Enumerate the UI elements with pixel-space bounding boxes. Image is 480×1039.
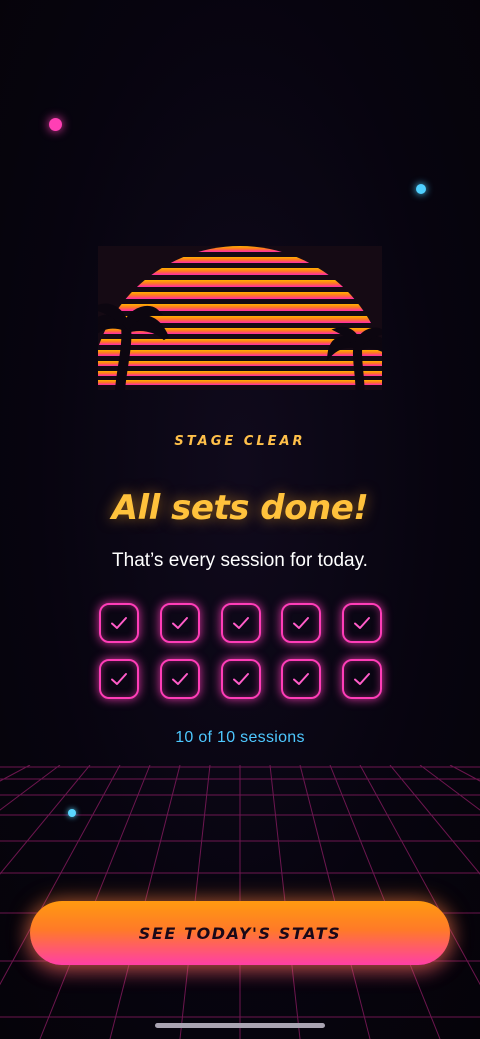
checkmark-icon — [171, 673, 188, 685]
checkmark-icon — [171, 617, 188, 629]
session-checkbox — [281, 659, 322, 699]
checkmark-icon — [111, 673, 127, 685]
checkmark-icon — [111, 617, 127, 629]
floating-orb-cyan — [416, 184, 426, 194]
stage-clear-label: STAGE CLEAR — [174, 434, 306, 449]
session-checkbox — [99, 603, 139, 643]
checkmark-icon — [232, 673, 249, 685]
session-checkbox — [342, 603, 382, 643]
session-checkbox — [342, 659, 382, 699]
checkmark-icon — [232, 617, 249, 629]
checkmark-icon — [354, 673, 370, 685]
home-indicator[interactable] — [155, 1023, 325, 1028]
session-tracker — [99, 603, 382, 715]
checkmark-icon — [293, 673, 310, 685]
see-stats-button[interactable]: SEE TODAY'S STATS — [30, 901, 450, 965]
session-count: 10 of 10 sessions — [175, 729, 305, 746]
sunset-illustration — [98, 246, 382, 390]
see-stats-button-label: SEE TODAY'S STATS — [138, 923, 342, 943]
session-checkbox — [220, 659, 261, 699]
page-title: All sets done! — [111, 488, 369, 528]
floating-orb-pink — [49, 118, 62, 131]
session-checkbox — [159, 603, 200, 643]
session-checkbox — [220, 603, 261, 643]
stage-clear-screen: STAGE CLEAR All sets done! That’s every … — [0, 0, 480, 1039]
session-row — [99, 603, 382, 643]
floating-orb-cyan-small — [68, 809, 76, 817]
checkmark-icon — [293, 617, 310, 629]
session-checkbox — [159, 659, 200, 699]
session-checkbox — [281, 603, 322, 643]
checkmark-icon — [354, 617, 370, 629]
page-subtitle: That’s every session for today. — [112, 550, 368, 571]
session-row — [99, 659, 382, 699]
session-checkbox — [99, 659, 139, 699]
